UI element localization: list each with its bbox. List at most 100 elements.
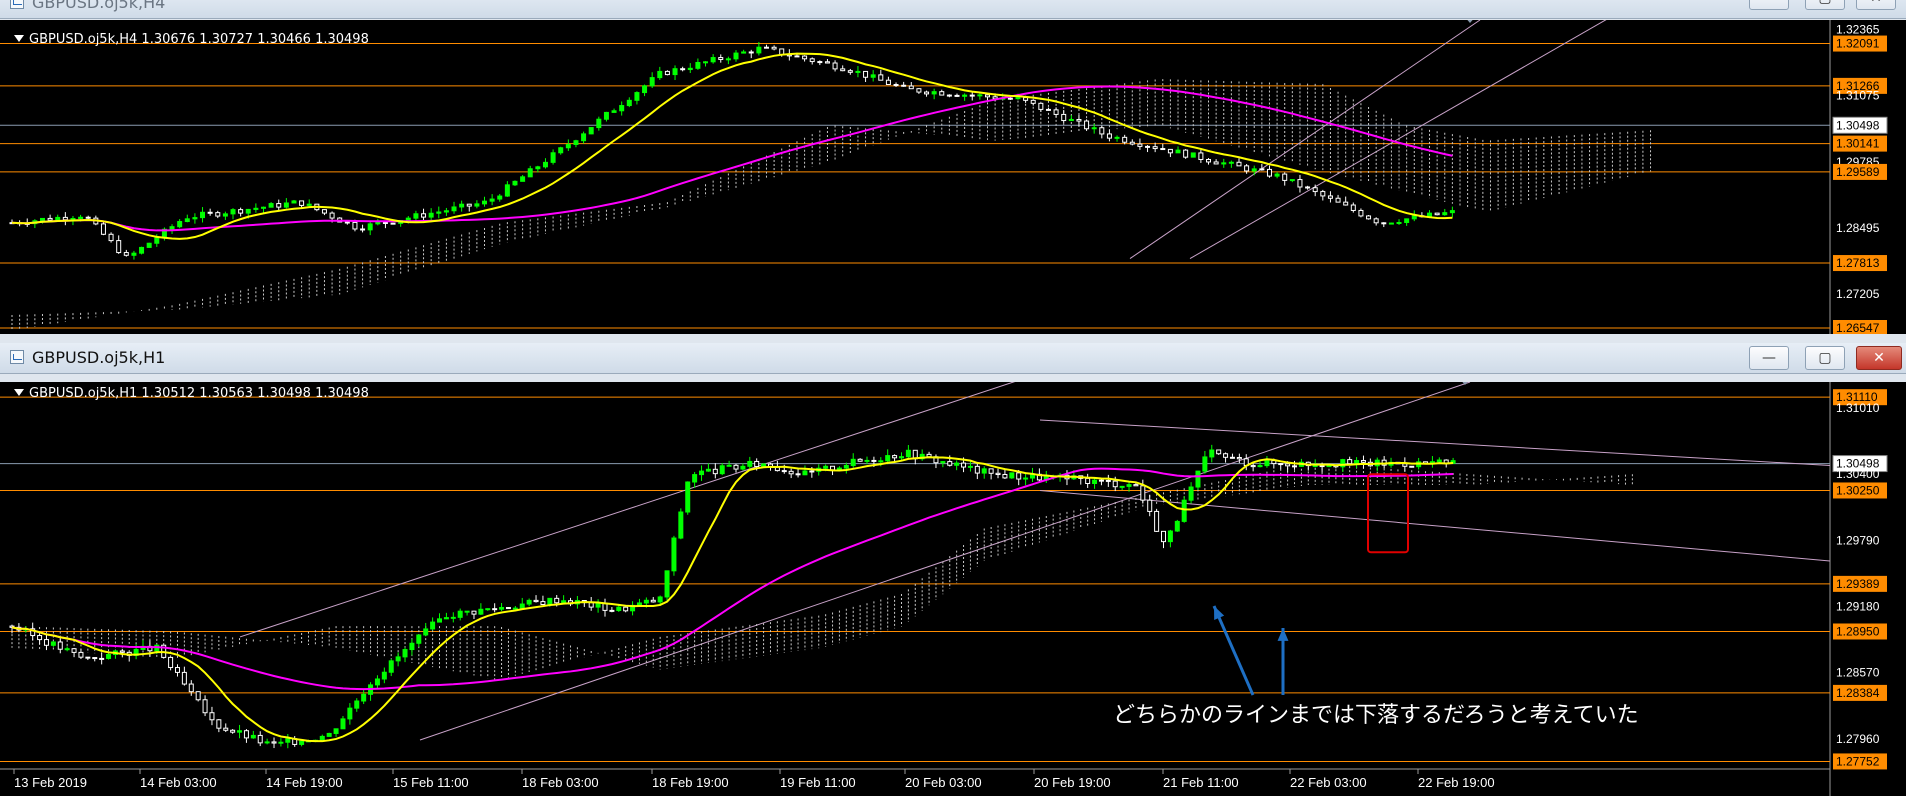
candle-body bbox=[984, 94, 990, 98]
candle-body bbox=[726, 464, 732, 467]
candle-body bbox=[1147, 499, 1153, 512]
candle-body bbox=[482, 200, 488, 205]
candle-body bbox=[870, 74, 876, 78]
time-axis-label: 18 Feb 19:00 bbox=[652, 775, 729, 790]
candle-body bbox=[1198, 152, 1204, 160]
candle-body bbox=[168, 656, 174, 669]
candle-body bbox=[1449, 210, 1455, 214]
h1-price-chart[interactable]: 1.311101.310101.304981.304001.302501.297… bbox=[0, 382, 1906, 796]
maximize-button[interactable]: ▢ bbox=[1805, 0, 1845, 10]
candle-body bbox=[485, 608, 491, 611]
candle-body bbox=[642, 85, 648, 94]
h1-titlebar[interactable]: GBPUSD.oj5k,H1 — ▢ ✕ bbox=[0, 343, 1906, 374]
candle-body bbox=[611, 110, 617, 113]
candle-body bbox=[1114, 136, 1120, 139]
minimize-button[interactable]: — bbox=[1749, 0, 1789, 10]
candle-body bbox=[962, 94, 968, 97]
h4-price-chart[interactable]: 1.323651.320911.312661.310751.304981.301… bbox=[0, 20, 1906, 334]
candle-body bbox=[1264, 460, 1270, 467]
candle-body bbox=[188, 683, 194, 693]
candle-body bbox=[100, 223, 106, 235]
candle-body bbox=[878, 74, 884, 81]
candle-body bbox=[421, 213, 427, 218]
candle-body bbox=[57, 641, 63, 650]
candle-body bbox=[843, 465, 849, 469]
price-label: 1.28570 bbox=[1836, 666, 1880, 680]
candle-body bbox=[565, 143, 571, 149]
candle-body bbox=[1297, 179, 1303, 188]
candle-body bbox=[1076, 119, 1082, 122]
candle-body bbox=[636, 602, 642, 606]
candle-body bbox=[276, 203, 282, 208]
dropdown-triangle-icon[interactable] bbox=[14, 389, 24, 396]
candle-body bbox=[123, 252, 129, 256]
candle-body bbox=[908, 85, 914, 90]
candle-body bbox=[535, 166, 541, 170]
candle-body bbox=[416, 634, 422, 644]
candle-body bbox=[840, 68, 846, 72]
candle-body bbox=[771, 46, 777, 50]
candle-body bbox=[139, 246, 145, 254]
candle-body bbox=[1292, 465, 1298, 468]
candle-body bbox=[1183, 149, 1189, 158]
candle-body bbox=[450, 616, 456, 619]
candle-body bbox=[381, 671, 387, 680]
candle-body bbox=[436, 211, 442, 214]
candle-body bbox=[108, 233, 114, 242]
candle-body bbox=[512, 180, 518, 186]
time-axis-label: 19 Feb 11:00 bbox=[780, 775, 856, 790]
candle-body bbox=[428, 212, 434, 218]
candle-body bbox=[526, 599, 532, 605]
candle-body bbox=[809, 470, 815, 473]
price-label: 1.28495 bbox=[1836, 221, 1880, 235]
time-axis-label: 22 Feb 19:00 bbox=[1418, 775, 1495, 790]
candle-body bbox=[1350, 204, 1356, 211]
maximize-icon: ▢ bbox=[1818, 0, 1831, 6]
candle-body bbox=[216, 719, 222, 729]
candle-body bbox=[946, 94, 952, 97]
candle-body bbox=[558, 147, 564, 154]
candle-body bbox=[974, 465, 980, 474]
candle-body bbox=[1133, 484, 1139, 487]
candle-body bbox=[116, 240, 122, 254]
candle-body bbox=[1257, 465, 1263, 468]
candle-body bbox=[710, 57, 716, 63]
minimize-button[interactable]: — bbox=[1749, 346, 1789, 370]
close-icon: ✕ bbox=[1873, 350, 1885, 366]
trend-line bbox=[1039, 419, 1831, 467]
candle-body bbox=[423, 628, 429, 636]
candle-body bbox=[1209, 449, 1215, 458]
time-axis-label: 14 Feb 19:00 bbox=[266, 775, 343, 790]
h4-chart-window[interactable]: 1.32365 1.32091 1.31266 1.31075 1.30498 1.301… bbox=[0, 20, 1906, 334]
candle-body bbox=[497, 195, 503, 200]
candle-body bbox=[969, 94, 975, 97]
candle-body bbox=[680, 68, 686, 71]
candle-body bbox=[99, 657, 105, 660]
candle-body bbox=[657, 596, 663, 603]
time-axis-label: 15 Feb 11:00 bbox=[393, 775, 469, 790]
close-button[interactable]: ✕ bbox=[1856, 346, 1902, 370]
h4-info-line: GBPUSD.oj5k,H4 1.30676 1.30727 1.30466 1… bbox=[14, 32, 369, 47]
candle-body bbox=[39, 217, 45, 222]
h4-ohlc-text: GBPUSD.oj5k,H4 1.30676 1.30727 1.30466 1… bbox=[29, 32, 369, 47]
h1-chart-window[interactable]: 1.31110 1.31010 1.30498 1.30400 1.30250 1.297… bbox=[0, 382, 1906, 796]
maximize-button[interactable]: ▢ bbox=[1805, 346, 1845, 370]
h4-titlebar[interactable]: GBPUSD.oj5k,H4 — ▢ ✕ bbox=[0, 0, 1906, 19]
candle-body bbox=[788, 470, 794, 475]
candle-body bbox=[643, 599, 649, 604]
candle-body bbox=[192, 217, 198, 220]
close-button[interactable]: ✕ bbox=[1856, 0, 1896, 10]
candle-body bbox=[1404, 218, 1410, 223]
candle-body bbox=[1335, 197, 1341, 203]
candle-body bbox=[595, 602, 601, 608]
candle-body bbox=[181, 671, 187, 685]
candle-body bbox=[250, 734, 256, 739]
minimize-icon: — bbox=[1762, 350, 1776, 366]
candle-body bbox=[954, 462, 960, 466]
candle-body bbox=[169, 226, 175, 230]
candle-body bbox=[344, 221, 350, 224]
candle-body bbox=[85, 656, 91, 659]
candle-body bbox=[672, 68, 678, 76]
dropdown-triangle-icon[interactable] bbox=[14, 35, 24, 42]
candle-body bbox=[603, 111, 609, 120]
